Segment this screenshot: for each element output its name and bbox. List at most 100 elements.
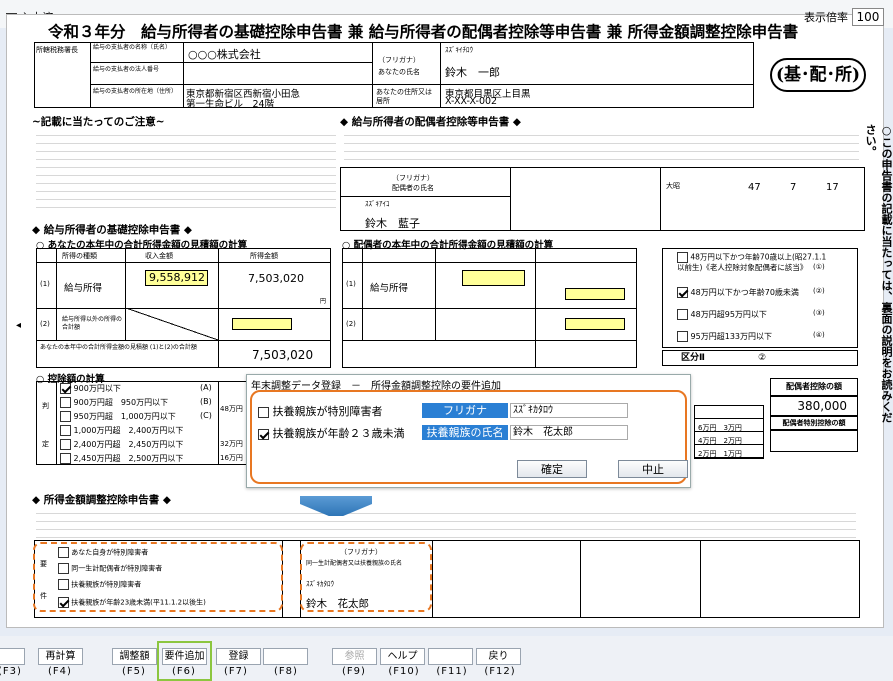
spouse-notes-block	[344, 128, 859, 162]
notes-text-block	[36, 128, 336, 212]
dialog-body: 扶養親族が特別障害者 フリガナ ｽｽﾞｷｶﾀﾛｳ 扶養親族が年齢２３歳未満 扶養…	[250, 390, 688, 484]
requirement-dialog: 年末調整データ登録 － 所得金額調整控除の要件追加 扶養親族が特別障害者 フリガ…	[246, 374, 691, 488]
spouse-name-kana: ｽｽﾞｷｱｲｺ	[365, 200, 390, 208]
payer-corp-label: 給与の支払者の法人番号	[93, 66, 160, 73]
spouse-income-field[interactable]	[565, 288, 625, 300]
help-button[interactable]: ヘルプ	[380, 648, 425, 665]
spouse-cat-3[interactable]: 48万円超95万円以下	[677, 309, 767, 320]
deduction-row-1-check[interactable]	[60, 383, 71, 394]
spouse-cat-2[interactable]: 48万円以下かつ年齢70歳未満	[677, 287, 799, 298]
spouse-cat-1[interactable]: 48万円以下かつ年齢70歳以上(昭27.1.1以前生)《老人控除対象配偶者に該当…	[677, 252, 827, 273]
f8-key-label: (F8)	[274, 666, 298, 677]
deduction-row-4-check[interactable]	[60, 425, 71, 436]
f9-key-label: (F9)	[342, 666, 366, 677]
adj-section-title: ◆ 所得金額調整控除申告書 ◆	[32, 494, 171, 506]
dialog-dependent-name-input[interactable]: 鈴木 花太郎	[510, 425, 628, 440]
register-button[interactable]: 登録	[216, 648, 261, 665]
zoom-control: 表示倍率 100	[804, 8, 885, 26]
row2-income-field[interactable]	[232, 318, 292, 330]
payer-name: ○○○株式会社	[188, 48, 261, 61]
spouse-cat-3-check[interactable]	[677, 309, 688, 320]
spouse-cat-4[interactable]: 95万円超133万円以下	[677, 331, 772, 342]
your-addr-2: X-XX-X-002	[445, 96, 498, 107]
adj-notes-block	[36, 506, 856, 538]
deduction-row-5[interactable]: 2,400万円超 2,450万円以下	[60, 439, 183, 450]
dialog-option-1[interactable]: 扶養親族が特別障害者	[258, 403, 383, 419]
dialog-option-1-label: 扶養親族が特別障害者	[272, 405, 383, 418]
adj-req-1-check[interactable]	[58, 547, 69, 558]
income-type-hdr: 所得の種類	[62, 252, 97, 260]
dialog-cancel-button[interactable]: 中止	[618, 460, 688, 478]
f5-key-label: (F5)	[122, 666, 146, 677]
adj-req-2-check[interactable]	[58, 563, 69, 574]
kubun-value: ②	[758, 353, 767, 363]
dialog-option-2-label: 扶養親族が年齢２３歳未満	[272, 427, 405, 440]
deduction-row-6[interactable]: 2,450万円超 2,500万円以下	[60, 453, 183, 464]
dialog-option-2[interactable]: 扶養親族が年齢２３歳未満	[258, 425, 405, 441]
payer-name-label: 給与の支払者の名称（氏名）	[93, 44, 172, 51]
spouse-cat-4-check[interactable]	[677, 331, 688, 342]
form-title: 令和３年分 給与所得者の基礎控除申告書 兼 給与所得者の配偶者控除等申告書 兼 …	[48, 22, 799, 41]
back-button[interactable]: 戻り	[476, 648, 521, 665]
add-requirement-button[interactable]: 要件追加	[162, 648, 207, 665]
spouse-cat-1-check[interactable]	[677, 252, 688, 263]
notes-title: ~記載に当たってのご注意~	[32, 116, 165, 128]
adj-req-3[interactable]: 扶養親族が特別障害者	[58, 579, 141, 590]
kubun-label: 区分Ⅱ	[681, 353, 705, 363]
dialog-dependent-name-label: 扶養親族の氏名	[422, 425, 508, 440]
spouse-deduction-value: 380,000	[770, 396, 858, 416]
row1-revenue-field[interactable]: 9,558,912	[145, 270, 208, 286]
recalc-button[interactable]: 再計算	[38, 648, 83, 665]
f3-button[interactable]	[0, 648, 25, 665]
basic-section-title: ◆ 給与所得者の基礎控除申告書 ◆	[32, 224, 192, 236]
spouse-deduction-label: 配偶者控除の額	[770, 378, 858, 396]
deduction-row-2[interactable]: 900万円超 950万円以下 (B)	[60, 397, 212, 408]
adj-req-1[interactable]: あなた自身が特別障害者	[58, 547, 148, 558]
yen-1: 円	[320, 298, 327, 305]
dependent-box-label: 同一生計配偶者又は扶養親族の氏名	[306, 560, 403, 567]
adj-req-4-check[interactable]	[58, 597, 69, 608]
dialog-furigana-label: フリガナ	[422, 403, 508, 418]
spouse-row1-label: 給与所得	[370, 283, 409, 294]
f7-key-label: (F7)	[224, 666, 248, 677]
dependent-kana: ｽｽﾞｷｶﾀﾛｳ	[306, 580, 334, 588]
spouse-name: 鈴木 藍子	[365, 217, 420, 230]
adjust-amount-button[interactable]: 調整額	[112, 648, 157, 665]
payer-addr-2: 第一生命ビル 24階	[186, 99, 275, 110]
spouse-birth-month: 7	[790, 182, 797, 193]
deduction-row-1[interactable]: 900万円以下 (A)	[60, 383, 212, 394]
adj-req-3-check[interactable]	[58, 579, 69, 590]
spouse-special-label: 配偶者特別控除の額	[770, 416, 858, 430]
deduction-row-5-check[interactable]	[60, 439, 71, 450]
your-name: 鈴木 一郎	[445, 66, 500, 79]
f10-key-label: (F10)	[388, 666, 420, 677]
left-marker-icon: ◂	[16, 320, 22, 331]
deduction-row-3-check[interactable]	[60, 411, 71, 422]
spouse-cat-2-check[interactable]	[677, 287, 688, 298]
dialog-ok-button[interactable]: 確定	[517, 460, 587, 478]
adj-req-2[interactable]: 同一生計配偶者が特別障害者	[58, 563, 162, 574]
dependent-name: 鈴木 花太郎	[306, 598, 369, 610]
f11-button[interactable]	[428, 648, 473, 665]
dialog-option-1-check[interactable]	[258, 406, 269, 418]
f8-button[interactable]	[263, 648, 308, 665]
payer-addr-label: 給与の支払者の所在地（住所）	[93, 88, 178, 95]
f6-key-label: (F6)	[172, 666, 196, 677]
deduction-row-2-check[interactable]	[60, 397, 71, 408]
spouse-name-label: 配偶者の氏名	[392, 184, 434, 192]
deduction-amount-1: 48万円	[220, 405, 243, 413]
deduction-row-4[interactable]: 1,000万円超 2,400万円以下	[60, 425, 183, 436]
deduction-row-3[interactable]: 950万円超 1,000万円以下 (C)	[60, 411, 212, 422]
f11-key-label: (F11)	[436, 666, 468, 677]
reference-button[interactable]: 参照	[332, 648, 377, 665]
adj-req-4[interactable]: 扶養親族が年齢23歳未満(平11.1.2以後生)	[58, 597, 206, 608]
spouse-row2-field[interactable]	[565, 318, 625, 330]
deduction-row-6-check[interactable]	[60, 453, 71, 464]
dialog-furigana-input[interactable]: ｽｽﾞｷｶﾀﾛｳ	[510, 403, 628, 418]
spouse-furigana-label: （フリガナ）	[392, 174, 434, 182]
spouse-revenue-field[interactable]	[462, 270, 525, 286]
zoom-value[interactable]: 100	[851, 8, 885, 26]
dialog-option-2-check[interactable]	[258, 428, 269, 440]
row1-income: 7,503,020	[248, 272, 304, 285]
total-value: 7,503,020	[252, 348, 314, 362]
